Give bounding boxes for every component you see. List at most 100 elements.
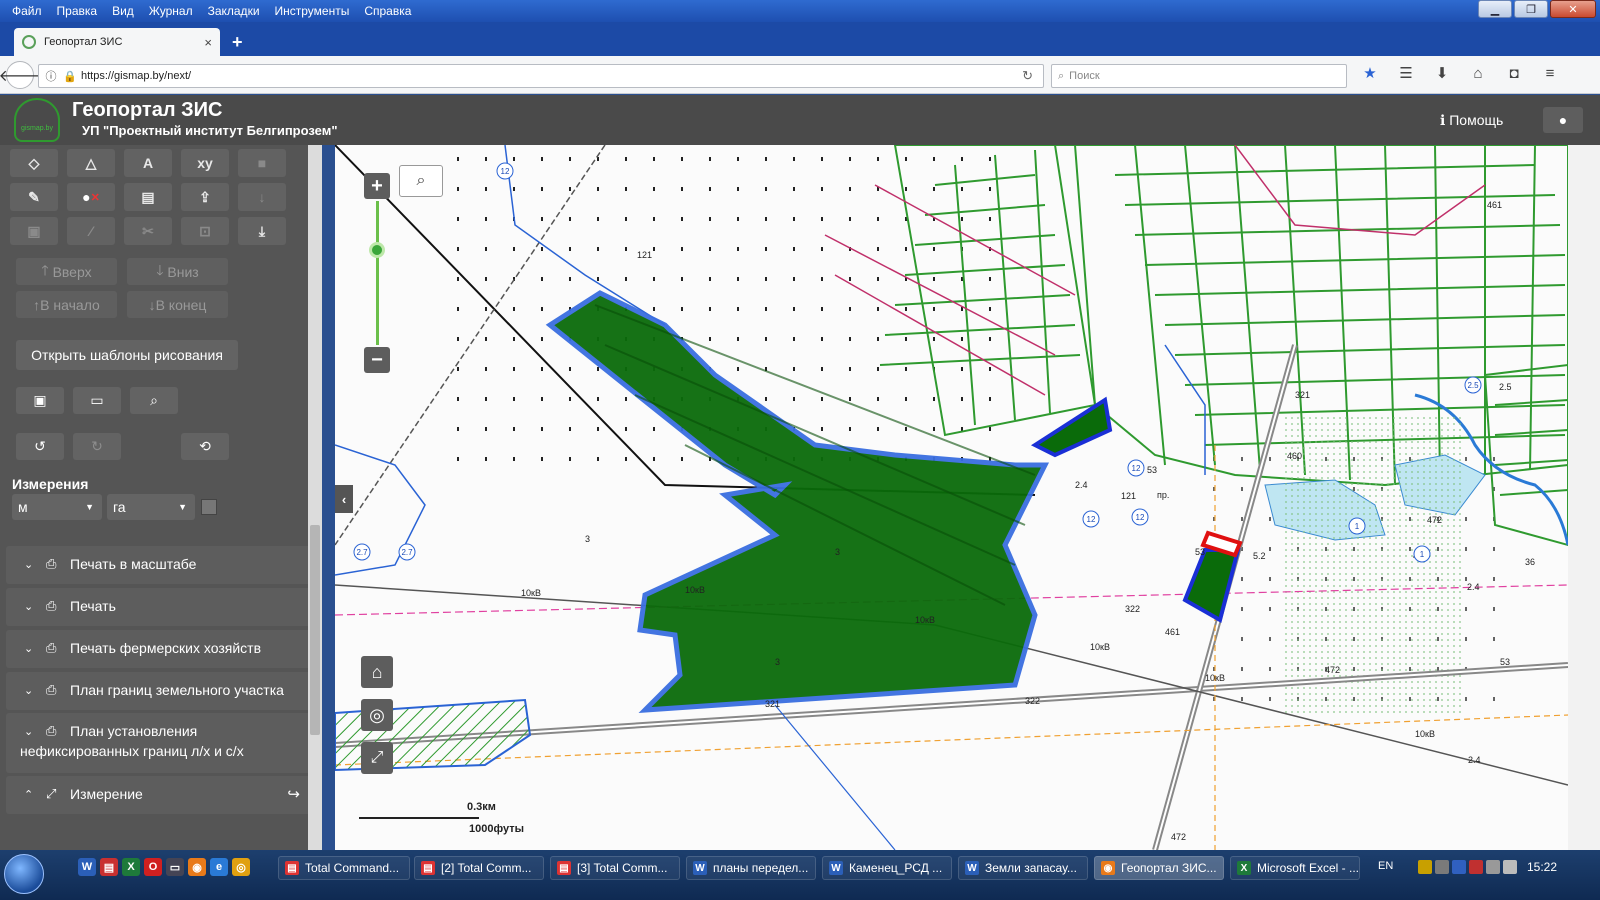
zoom-in-button[interactable]: +: [364, 173, 390, 199]
map-canvas[interactable]: 10кВ 10кВ 10кВ 10кВ 10кВ 10кВ 12 121 121…: [335, 145, 1568, 850]
sort-tool[interactable]: ↓: [238, 183, 286, 211]
help-link[interactable]: ℹ Помощь: [1440, 112, 1503, 129]
taskbar-item-excel[interactable]: X Microsoft Excel - ...: [1230, 856, 1360, 880]
panel-print[interactable]: ⌄ ⎙ Печать: [6, 588, 314, 626]
fill-tool[interactable]: ■: [238, 149, 286, 177]
pocket-icon[interactable]: ◘: [1504, 64, 1524, 84]
taskbar-item-word1[interactable]: Wпланы передел...: [686, 856, 816, 880]
search-input[interactable]: ⌕ Поиск: [1051, 64, 1347, 88]
close-window-button[interactable]: ✕: [1550, 0, 1596, 18]
taskbar-item-firefox[interactable]: ◉ Геопортал ЗИС...: [1094, 856, 1224, 880]
panel-land-plan[interactable]: ⌄ ⎙ План границ земельного участка: [6, 672, 314, 710]
zoom-slider-handle[interactable]: [369, 242, 385, 258]
download-tool[interactable]: ⤓: [238, 217, 286, 245]
menu-file[interactable]: Файл: [6, 4, 51, 18]
ie-icon[interactable]: e: [210, 858, 228, 876]
user-button[interactable]: ●: [1543, 107, 1583, 133]
move-up-button[interactable]: 🡑 Вверх: [16, 258, 117, 285]
locate-button[interactable]: ◎: [361, 699, 393, 731]
new-tab-button[interactable]: +: [232, 32, 243, 53]
tab-close-icon[interactable]: ×: [204, 35, 212, 50]
move-end-button[interactable]: ↓ В конец: [127, 291, 228, 318]
zoom-out-button[interactable]: −: [364, 347, 390, 373]
firefox-icon[interactable]: ◉: [188, 858, 206, 876]
parcel-small-north[interactable]: [1030, 396, 1113, 458]
redo-button[interactable]: ↻: [73, 433, 121, 460]
menu-edit[interactable]: Правка: [51, 4, 107, 18]
zoom-slider-track[interactable]: [376, 201, 379, 345]
taskbar-item-totalcmd2[interactable]: ▤ [2] Total Comm...: [414, 856, 544, 880]
open-folder-button[interactable]: ▭: [73, 387, 121, 414]
share-icon[interactable]: ↪: [287, 785, 300, 803]
cut-tool[interactable]: ✂: [124, 217, 172, 245]
maximize-button[interactable]: ❐: [1514, 0, 1548, 18]
hamburger-menu-icon[interactable]: ≡: [1540, 64, 1560, 84]
open-templates-button[interactable]: Открыть шаблоны рисования: [16, 340, 238, 370]
bookmark-star-icon[interactable]: ★: [1360, 64, 1380, 84]
reading-list-icon[interactable]: ☰: [1396, 64, 1416, 84]
draw-text-tool[interactable]: A: [124, 149, 172, 177]
browser-tab[interactable]: Геопортал ЗИС ×: [14, 28, 220, 56]
minimize-button[interactable]: ▁: [1478, 0, 1512, 18]
save-button[interactable]: ▣: [16, 387, 64, 414]
area-unit-select[interactable]: га ▼: [107, 494, 195, 520]
delete-point-tool[interactable]: ● ✕: [67, 183, 115, 211]
upload-tool[interactable]: ⇪: [181, 183, 229, 211]
console-icon[interactable]: ▭: [166, 858, 184, 876]
url-bar[interactable]: ⓘ 🔒 https://gismap.by/next/ ↻: [38, 64, 1044, 88]
gismap-logo[interactable]: gismap.by: [14, 98, 60, 142]
language-indicator[interactable]: EN: [1378, 860, 1393, 872]
coordinates-tool[interactable]: xy: [181, 149, 229, 177]
transform-tool[interactable]: ⊡: [181, 217, 229, 245]
move-start-button[interactable]: ↑ В начало: [16, 291, 117, 318]
menu-history[interactable]: Журнал: [143, 4, 202, 18]
collapse-sidebar-button[interactable]: ‹: [335, 485, 353, 513]
save-layer-tool[interactable]: ▤: [124, 183, 172, 211]
taskbar-item-word2[interactable]: W Каменец_РСД ...: [822, 856, 952, 880]
measurement-checkbox[interactable]: [201, 499, 217, 515]
clock[interactable]: 15:22: [1527, 860, 1557, 874]
draw-shape-tool[interactable]: △: [67, 149, 115, 177]
merge-tool[interactable]: ▣: [10, 217, 58, 245]
draw-polygon-tool[interactable]: ◇: [10, 149, 58, 177]
search-button[interactable]: ⌕: [130, 387, 178, 414]
length-unit-select[interactable]: м ▼: [12, 494, 102, 520]
edit-tool[interactable]: ✎: [10, 183, 58, 211]
excel-icon[interactable]: X: [122, 858, 140, 876]
back-button[interactable]: 🡐: [0, 61, 41, 89]
tray-icon[interactable]: [1469, 860, 1483, 874]
network-icon[interactable]: [1486, 860, 1500, 874]
taskbar-item-word3[interactable]: W Земли запасау...: [958, 856, 1088, 880]
home-extent-button[interactable]: ⌂: [361, 656, 393, 688]
menu-help[interactable]: Справка: [358, 4, 420, 18]
tray-icon[interactable]: [1435, 860, 1449, 874]
map-search-button[interactable]: ⌕: [399, 165, 443, 197]
panel-measurement[interactable]: ⌃ ⤢ Измерение ↪: [6, 776, 314, 814]
move-down-button[interactable]: 🡓 Вниз: [127, 258, 228, 285]
panel-print-scale[interactable]: ⌄ ⎙ Печать в масштабе: [6, 546, 314, 584]
volume-icon[interactable]: [1503, 860, 1517, 874]
download-icon[interactable]: ⬇: [1432, 64, 1452, 84]
menu-view[interactable]: Вид: [106, 4, 143, 18]
reload-icon[interactable]: ↻: [1022, 68, 1033, 84]
opera-icon[interactable]: O: [144, 858, 162, 876]
scrollbar-thumb[interactable]: [310, 525, 320, 735]
fullscreen-button[interactable]: ⤢: [361, 742, 393, 774]
map-view[interactable]: 10кВ 10кВ 10кВ 10кВ 10кВ 10кВ 12 121 121…: [335, 145, 1568, 850]
taskbar-item-totalcmd1[interactable]: ▤ Total Command...: [278, 856, 410, 880]
home-icon[interactable]: ⌂: [1468, 64, 1488, 84]
start-button[interactable]: [4, 854, 44, 894]
undo-button[interactable]: ↺: [16, 433, 64, 460]
menu-bookmarks[interactable]: Закладки: [202, 4, 269, 18]
menu-tools[interactable]: Инструменты: [269, 4, 359, 18]
app-icon[interactable]: ▤: [100, 858, 118, 876]
split-line-tool[interactable]: ⁄: [67, 217, 115, 245]
history-button[interactable]: ⟲: [181, 433, 229, 460]
tray-icon[interactable]: [1452, 860, 1466, 874]
info-icon[interactable]: ⓘ: [43, 68, 59, 84]
taskbar-item-totalcmd3[interactable]: ▤ [3] Total Comm...: [550, 856, 680, 880]
panel-boundary-plan[interactable]: ⌄ ⎙ План установления нефиксированных гран…: [6, 713, 314, 773]
url-text[interactable]: https://gismap.by/next/: [81, 70, 191, 82]
tray-icon[interactable]: [1418, 860, 1432, 874]
word-icon[interactable]: W: [78, 858, 96, 876]
